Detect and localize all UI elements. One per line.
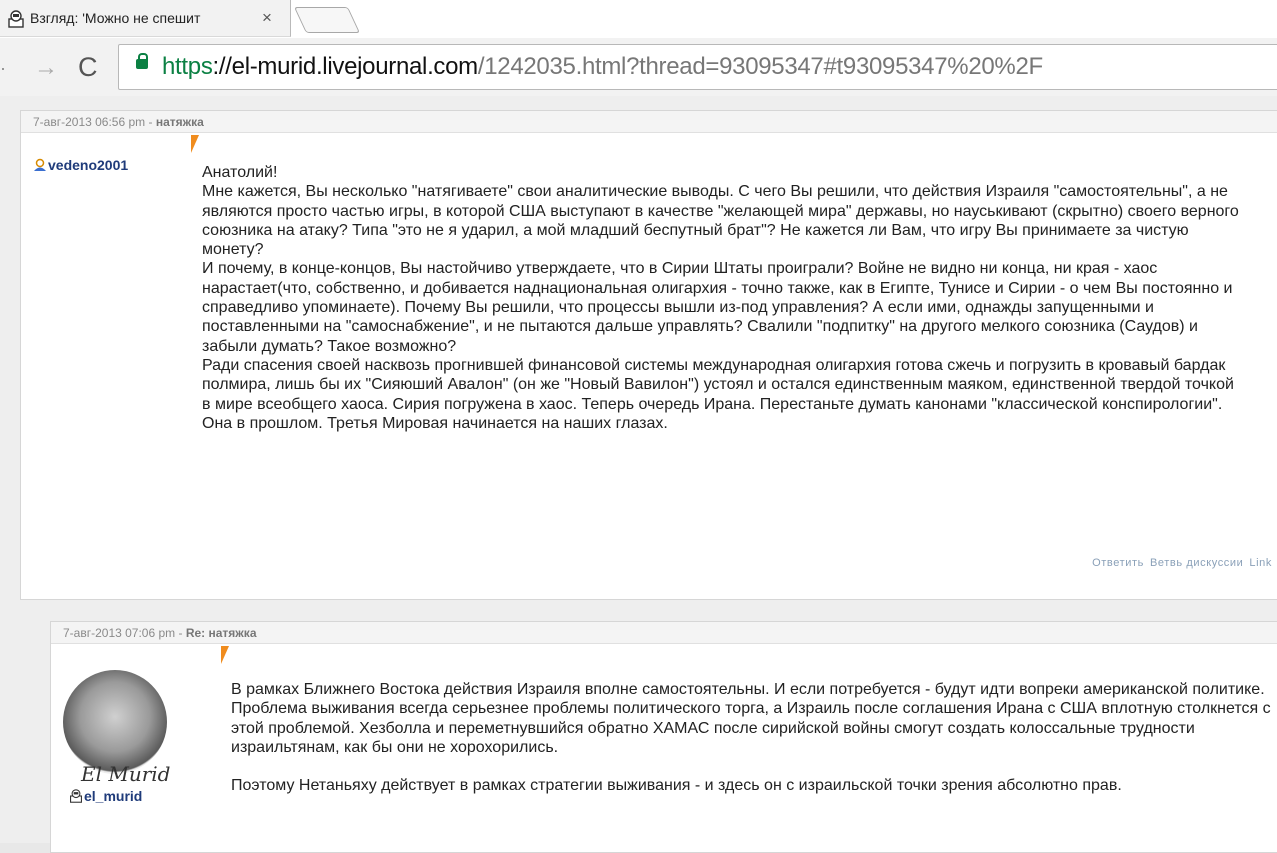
comment-marker-icon [191, 135, 199, 153]
author-name: vedeno2001 [48, 157, 129, 173]
comment-reply: 7-авг-2013 07:06 pm - Re: натяжка El Mur… [50, 621, 1277, 853]
comment-paragraph: Поэтому Нетаньяху действует в рамках стр… [231, 777, 1122, 795]
browser-tab[interactable]: Взгляд: 'Можно не спешит × [0, 0, 291, 37]
avatar[interactable] [63, 670, 167, 774]
tab-strip: Взгляд: 'Можно не спешит × [0, 0, 1277, 40]
comment-body: Анатолий! Мне кажется, Вы несколько "нат… [202, 163, 1242, 433]
back-icon[interactable]: · [0, 58, 6, 79]
address-bar[interactable]: https://el-murid.livejournal.com/1242035… [118, 44, 1277, 90]
lock-icon [136, 53, 148, 69]
comment-date: 7-авг-2013 07:06 pm [63, 626, 176, 640]
comment-marker-icon [221, 646, 229, 664]
date-separator: - [175, 626, 186, 640]
browser-toolbar: · → C https://el-murid.livejournal.com/1… [0, 38, 1277, 97]
author-name: el_murid [84, 788, 143, 804]
thread-link[interactable]: Ветвь дискуссии [1150, 557, 1243, 569]
url-scheme: https [162, 53, 213, 80]
comment-paragraph: В рамках Ближнего Востока действия Израи… [231, 681, 1271, 756]
comment-author[interactable]: vedeno2001 [33, 157, 128, 173]
comment-paragraph: И почему, в конце-концов, Вы настойчиво … [202, 260, 1233, 355]
tab-close-icon[interactable]: × [262, 8, 272, 28]
forward-icon[interactable]: → [34, 54, 58, 82]
comment-author[interactable]: el_murid [69, 788, 142, 804]
comment-body: В рамках Ближнего Востока действия Израи… [231, 680, 1271, 795]
reply-link[interactable]: Ответить [1092, 557, 1144, 569]
new-tab-button[interactable] [293, 7, 361, 33]
livejournal-user-icon [8, 10, 24, 28]
comment-actions: Ответить Ветвь дискуссии Link [1086, 557, 1272, 569]
comment-date: 7-авг-2013 06:56 pm [33, 115, 146, 129]
comment-paragraph: Анатолий! [202, 164, 278, 181]
page-content: 7-авг-2013 06:56 pm - натяжка vedeno2001… [0, 96, 1277, 853]
url-separator: :// [212, 53, 232, 80]
comment: 7-авг-2013 06:56 pm - натяжка vedeno2001… [20, 110, 1277, 600]
comment-header: 7-авг-2013 07:06 pm - Re: натяжка [51, 622, 1277, 644]
reload-icon[interactable]: C [78, 52, 98, 83]
tab-title: Взгляд: 'Можно не спешит [30, 10, 201, 26]
comment-subject[interactable]: Re: натяжка [186, 626, 257, 640]
url-text[interactable]: https://el-murid.livejournal.com/1242035… [162, 53, 1043, 81]
livejournal-user-icon [70, 789, 82, 803]
url-path: /1242035.html?thread=93095347#t93095347%… [477, 53, 1043, 80]
comment-header: 7-авг-2013 06:56 pm - натяжка [21, 111, 1277, 133]
comment-paragraph: Ради спасения своей насквозь прогнившей … [202, 356, 1234, 432]
avatar-signature: El Murid [81, 762, 171, 786]
permalink[interactable]: Link [1249, 557, 1272, 569]
comment-subject[interactable]: натяжка [156, 115, 204, 129]
date-separator: - [145, 115, 156, 129]
comment-paragraph: Мне кажется, Вы несколько "натягиваете" … [202, 183, 1239, 259]
url-host: el-murid.livejournal.com [231, 53, 479, 80]
user-icon [34, 158, 46, 171]
